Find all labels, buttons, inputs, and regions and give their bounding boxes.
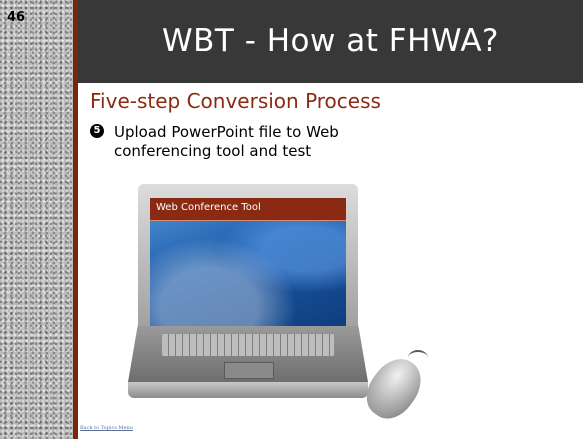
screen-titlebar: Web Conference Tool [150, 198, 346, 221]
granite-texture [0, 0, 73, 439]
screen-title: Web Conference Tool [156, 202, 261, 213]
bullet-text: Upload PowerPoint file to Web conferenci… [114, 123, 339, 160]
title-bar: WBT - How at FHWA? [78, 0, 583, 83]
slide-number: 46 [7, 10, 26, 25]
section-heading: Five-step Conversion Process [90, 89, 381, 113]
laptop-screen: Web Conference Tool [150, 198, 346, 326]
granite-sidebar: 46 [0, 0, 73, 439]
touchpad [224, 362, 274, 379]
laptop-image: Web Conference Tool [128, 184, 368, 411]
keyboard [162, 334, 334, 356]
laptop-front-edge [128, 382, 368, 398]
slide: 46 WBT - How at FHWA? Five-step Conversi… [0, 0, 583, 439]
step-number-icon: 5 [90, 124, 104, 138]
slide-title: WBT - How at FHWA? [162, 23, 499, 59]
back-to-topics-link[interactable]: Back to Topics Menu [80, 425, 133, 431]
